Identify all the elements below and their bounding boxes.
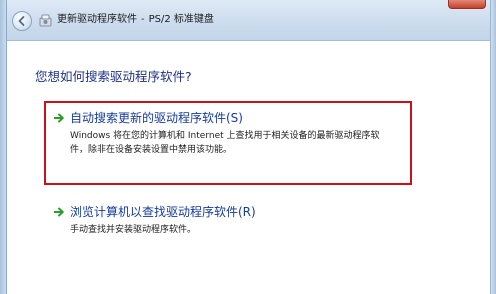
option-browse-computer[interactable]: 浏览计算机以查找驱动程序软件(R) 手动查找并安装驱动程序软件。 bbox=[54, 204, 409, 244]
title-device-name: PS/2 标准键盘 bbox=[148, 14, 214, 25]
title-app-name: 更新驱动程序软件 bbox=[57, 14, 137, 25]
green-arrow-icon bbox=[54, 207, 64, 217]
option-auto-search-desc: Windows 将在您的计算机和 Internet 上查找用于相关设备的最新驱动… bbox=[70, 129, 410, 157]
close-button[interactable] bbox=[448, 0, 486, 9]
green-arrow-icon bbox=[54, 113, 64, 123]
back-button[interactable] bbox=[12, 11, 32, 31]
option-auto-search[interactable]: 自动搜索更新的驱动程序软件(S) Windows 将在您的计算机和 Intern… bbox=[54, 110, 409, 180]
option-browse-computer-title: 浏览计算机以查找驱动程序软件(R) bbox=[70, 205, 256, 219]
title-bar: 更新驱动程序软件 - PS/2 标准键盘 bbox=[7, 0, 490, 41]
option-auto-search-desc-line2: 件，除非在设备安装设置中禁用该功能。 bbox=[70, 145, 233, 155]
back-arrow-icon bbox=[18, 16, 25, 26]
option-browse-computer-desc-line1: 手动查找并安装驱动程序软件。 bbox=[70, 225, 197, 235]
window-title: 更新驱动程序软件 - PS/2 标准键盘 bbox=[57, 13, 214, 27]
option-browse-computer-desc: 手动查找并安装驱动程序软件。 bbox=[70, 223, 410, 237]
page-question: 您想如何搜索驱动程序软件? bbox=[35, 69, 192, 84]
option-auto-search-desc-line1: Windows 将在您的计算机和 Internet 上查找用于相关设备的最新驱动… bbox=[70, 131, 380, 141]
device-setup-icon bbox=[39, 14, 52, 27]
title-separator: - bbox=[141, 14, 145, 25]
update-driver-window: 更新驱动程序软件 - PS/2 标准键盘 您想如何搜索驱动程序软件? 自动搜索更新的… bbox=[0, 0, 496, 294]
wizard-content: 您想如何搜索驱动程序软件? 自动搜索更新的驱动程序软件(S) Windows 将… bbox=[7, 41, 490, 294]
option-auto-search-title: 自动搜索更新的驱动程序软件(S) bbox=[70, 111, 243, 125]
window-frame-left bbox=[0, 0, 7, 294]
window-frame-right bbox=[490, 0, 496, 294]
